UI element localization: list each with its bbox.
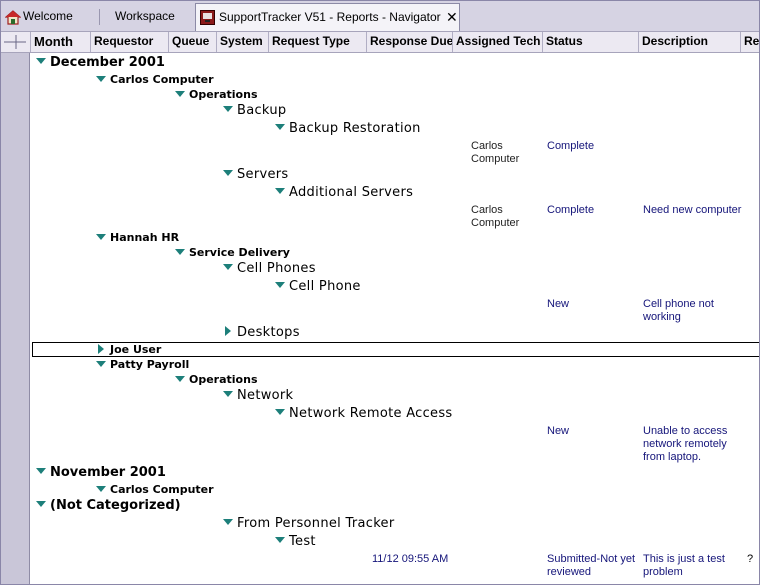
tree-node-request-type[interactable]: Cell Phone (275, 279, 361, 294)
expanded-triangle-icon[interactable] (96, 360, 106, 367)
tree-node-system[interactable]: From Personnel Tracker (223, 516, 395, 531)
tree-node-requestor[interactable]: Hannah HR (96, 231, 179, 244)
tree-node-requestor[interactable]: Patty Payroll (96, 358, 189, 371)
expanded-triangle-icon[interactable] (275, 282, 285, 288)
expanded-triangle-icon[interactable] (223, 170, 233, 176)
tree-node-system[interactable]: Servers (223, 167, 289, 182)
collapsed-triangle-icon[interactable] (98, 343, 104, 354)
tree-node-month[interactable]: November 2001 (36, 465, 166, 480)
cell-assigned-tech: Carlos Computer (471, 204, 520, 229)
expanded-triangle-icon[interactable] (96, 233, 106, 240)
home-icon (5, 10, 21, 25)
column-assigned-tech[interactable]: Assigned Tech (453, 32, 543, 52)
tree-node-requestor[interactable]: Joe User (96, 343, 161, 356)
expanded-triangle-icon[interactable] (96, 75, 106, 82)
expanded-triangle-icon[interactable] (275, 409, 285, 415)
tree-node-queue[interactable]: Operations (175, 88, 258, 101)
cell-status: New (547, 298, 570, 310)
tree-node-requestor[interactable]: Carlos Computer (96, 483, 214, 496)
tab-welcome-label: Welcome (23, 9, 73, 23)
expanded-triangle-icon[interactable] (275, 537, 285, 543)
expanded-triangle-icon[interactable] (175, 90, 185, 97)
tree-node-queue[interactable]: Service Delivery (175, 246, 290, 259)
expanded-triangle-icon[interactable] (275, 188, 285, 194)
expanded-triangle-icon[interactable] (96, 485, 106, 492)
cell-status: Submitted-Not yet reviewed (547, 553, 636, 578)
tree-node-request-type[interactable]: Network Remote Access (275, 406, 453, 421)
column-status[interactable]: Status (543, 32, 639, 52)
tree-node-requestor[interactable]: Carlos Computer (96, 73, 214, 86)
cell-status: Complete (547, 140, 595, 152)
expanded-triangle-icon[interactable] (223, 106, 233, 112)
column-month[interactable]: Month (31, 32, 91, 52)
expanded-triangle-icon[interactable] (36, 501, 46, 507)
collapsed-triangle-icon[interactable] (225, 326, 231, 336)
tree-node-request-type[interactable]: Test (275, 534, 316, 549)
expanded-triangle-icon[interactable] (175, 248, 185, 255)
cell-status: New (547, 425, 570, 437)
column-system[interactable]: System (217, 32, 269, 52)
column-queue[interactable]: Queue (169, 32, 217, 52)
tree-node-system[interactable]: Backup (223, 103, 286, 118)
cell-re: ? (747, 553, 754, 565)
column-request-type[interactable]: Request Type (269, 32, 367, 52)
supporttracker-app-icon (200, 10, 215, 25)
tab-active-label: SupportTracker V51 - Reports - Navigator (219, 10, 441, 24)
tree-node-system[interactable]: Network (223, 388, 293, 403)
tab-workspace-label: Workspace (115, 9, 175, 23)
cell-description: Unable to access network remotely from l… (643, 425, 728, 463)
column-requestor[interactable]: Requestor (91, 32, 169, 52)
cell-description: Need new computer (643, 204, 742, 216)
close-tab-icon[interactable]: ✕ (446, 4, 458, 30)
tab-workspace[interactable]: Workspace (101, 5, 193, 29)
tab-separator (99, 9, 100, 25)
expanded-triangle-icon[interactable] (36, 58, 46, 64)
report-window: Welcome Workspace SupportTracker V51 - R… (0, 0, 760, 585)
tab-welcome[interactable]: Welcome (2, 5, 98, 29)
expanded-triangle-icon[interactable] (223, 264, 233, 270)
tree-node-month[interactable]: (Not Categorized) (36, 498, 181, 513)
cell-description: This is just a test problem (643, 553, 725, 578)
cell-assigned-tech: Carlos Computer (471, 140, 520, 165)
tab-supporttracker-reports[interactable]: SupportTracker V51 - Reports - Navigator… (195, 3, 460, 31)
tree-node-queue[interactable]: Operations (175, 373, 258, 386)
cell-status: Complete (547, 204, 595, 216)
column-response-due[interactable]: Response Due (367, 32, 453, 52)
cell-description: Cell phone not working (643, 298, 714, 323)
tab-bar: Welcome Workspace SupportTracker V51 - R… (1, 1, 759, 31)
tree-node-request-type[interactable]: Additional Servers (275, 185, 413, 200)
cell-response-due: 11/12 09:55 AM (372, 553, 449, 565)
header-corner[interactable] (1, 32, 31, 52)
tree-node-system[interactable]: Desktops (223, 325, 300, 340)
grid-icon (4, 35, 26, 49)
expanded-triangle-icon[interactable] (223, 391, 233, 397)
column-re[interactable]: Re (741, 32, 759, 52)
expanded-triangle-icon[interactable] (223, 519, 233, 525)
expanded-triangle-icon[interactable] (175, 375, 185, 382)
tree-node-system[interactable]: Cell Phones (223, 261, 316, 276)
report-tree: December 2001 Carlos Computer Operations… (29, 53, 759, 584)
tree-node-month[interactable]: December 2001 (36, 55, 165, 70)
column-description[interactable]: Description (639, 32, 741, 52)
column-header-row: Month Requestor Queue System Request Typ… (1, 31, 759, 53)
expanded-triangle-icon[interactable] (36, 468, 46, 474)
expanded-triangle-icon[interactable] (275, 124, 285, 130)
tree-node-request-type[interactable]: Backup Restoration (275, 121, 421, 136)
